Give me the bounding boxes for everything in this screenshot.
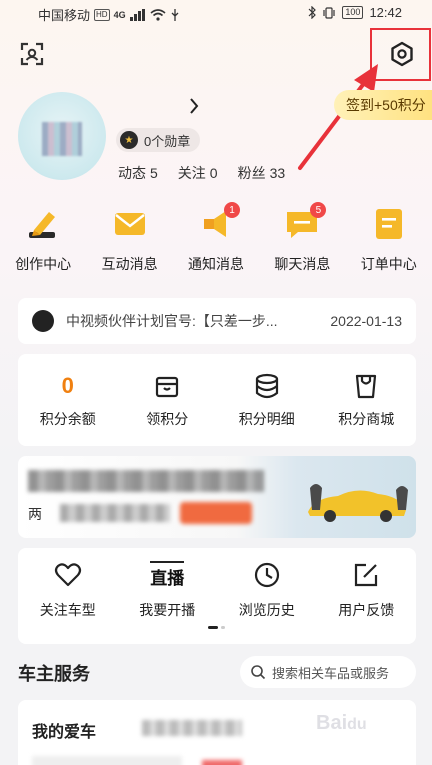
tool-label: 浏览历史 — [238, 602, 295, 618]
medal-label: 0个勋章 — [144, 133, 191, 149]
quick-action-notification[interactable]: 1 通知消息 — [173, 202, 259, 282]
notice-date: 2022-01-13 — [330, 313, 402, 329]
medal-badge[interactable]: ★ 0个勋章 — [116, 128, 201, 152]
quick-action-orders[interactable]: 订单中心 — [346, 206, 432, 282]
quick-action-chat[interactable]: 5 聊天消息 — [259, 202, 345, 282]
gift-box-icon — [156, 376, 179, 398]
envelope-icon — [114, 213, 145, 235]
tools-pager — [208, 626, 225, 629]
banner-button-blurred — [180, 502, 252, 524]
points-balance-value: 0 — [61, 373, 74, 398]
carrier-label: 中国移动 — [38, 8, 91, 23]
usb-icon — [171, 8, 179, 21]
tools-card: 关注车型 直播 我要开播 浏览历史 用户反馈 — [18, 548, 416, 644]
coin-stack-icon — [255, 373, 278, 399]
chevron-right-icon[interactable] — [186, 96, 202, 116]
points-label: 积分商城 — [338, 411, 395, 427]
quick-action-label: 通知消息 — [187, 256, 244, 272]
tool-label: 我要开播 — [139, 602, 196, 618]
pager-dot — [221, 626, 225, 629]
clock-time: 12:42 — [369, 5, 402, 20]
banner-subtitle-blurred — [60, 504, 170, 522]
points-detail[interactable]: 积分明细 — [219, 371, 315, 429]
vibrate-icon — [323, 6, 336, 19]
hd-badge: HD — [94, 8, 110, 21]
banner-title-blurred — [28, 470, 264, 492]
quick-action-label: 互动消息 — [101, 256, 158, 272]
clock-icon — [254, 562, 279, 588]
search-icon — [251, 665, 266, 680]
banner-subtitle: 两 — [28, 506, 42, 522]
wifi-icon — [150, 8, 166, 21]
notice-avatar — [32, 310, 54, 332]
pencil-icon — [29, 212, 56, 238]
tool-label: 用户反馈 — [338, 602, 395, 618]
count-posts[interactable]: 动态 5 — [118, 163, 158, 183]
count-following[interactable]: 关注 0 — [178, 163, 218, 183]
tool-go-live[interactable]: 直播 我要开播 — [119, 560, 215, 620]
notice-bar[interactable]: 中视频伙伴计划官号:【只差一步... 2022-01-13 — [18, 298, 416, 344]
order-list-icon — [375, 209, 402, 239]
points-label: 积分余额 — [39, 411, 96, 427]
tool-feedback[interactable]: 用户反馈 — [318, 560, 414, 620]
profile-counts: 动态 5 关注 0 粉丝 33 — [118, 163, 285, 183]
tool-history[interactable]: 浏览历史 — [219, 560, 315, 620]
signin-button[interactable]: 签到+50积分 — [334, 90, 432, 120]
quick-action-label: 创作中心 — [15, 256, 72, 272]
my-car-blurred-tag — [202, 760, 242, 765]
quick-actions-row: 创作中心 互动消息 1 通知消息 5 聊天消息 订单中心 — [0, 202, 432, 282]
points-card: 0 积分余额 领积分 积分明细 积分商城 — [18, 354, 416, 446]
points-claim[interactable]: 领积分 — [119, 371, 215, 429]
my-car-blurred-info — [32, 756, 182, 765]
points-label: 领积分 — [146, 411, 189, 427]
promo-banner[interactable]: 两 — [18, 456, 416, 538]
bluetooth-icon — [308, 6, 317, 19]
notification-count-badge: 1 — [223, 202, 240, 218]
my-car-title: 我的爱车 — [32, 724, 97, 741]
points-mall[interactable]: 积分商城 — [318, 371, 414, 429]
battery-indicator: 100 — [342, 6, 364, 19]
status-bar: 中国移动 HD 4G 100 12:42 — [0, 0, 432, 26]
quick-action-interaction[interactable]: 互动消息 — [87, 206, 173, 282]
edit-square-icon — [355, 563, 378, 587]
points-balance[interactable]: 0 积分余额 — [20, 371, 116, 429]
tool-label: 关注车型 — [39, 602, 96, 618]
notice-text: 中视频伙伴计划官号:【只差一步... — [66, 313, 278, 329]
my-car-blurred-text — [142, 720, 242, 736]
baidu-watermark-logo: Baidu — [316, 712, 367, 734]
signal-label: 4G — [113, 9, 126, 20]
quick-action-creation[interactable]: 创作中心 — [0, 206, 86, 282]
chat-count-badge: 5 — [310, 202, 327, 218]
medal-star-icon: ★ — [120, 131, 138, 149]
owner-service-title: 车主服务 — [18, 664, 90, 684]
signal-bars-icon — [129, 8, 145, 21]
service-search-input[interactable]: 搜索相关车品或服务 — [240, 656, 416, 688]
count-fans[interactable]: 粉丝 33 — [238, 163, 286, 183]
avatar[interactable] — [18, 92, 106, 180]
heart-icon — [54, 563, 81, 587]
shopping-bag-icon — [356, 374, 377, 399]
quick-action-label: 聊天消息 — [274, 256, 331, 272]
search-placeholder: 搜索相关车品或服务 — [272, 665, 390, 681]
quick-action-label: 订单中心 — [360, 256, 417, 272]
tool-followed-models[interactable]: 关注车型 — [20, 560, 116, 620]
pager-dot-active — [208, 626, 218, 629]
car-illustration-icon — [308, 484, 408, 522]
points-label: 积分明细 — [238, 411, 295, 427]
live-tv-icon: 直播 — [150, 561, 185, 589]
signin-label: 签到+50积分 — [346, 97, 426, 113]
scan-icon[interactable] — [20, 42, 44, 66]
